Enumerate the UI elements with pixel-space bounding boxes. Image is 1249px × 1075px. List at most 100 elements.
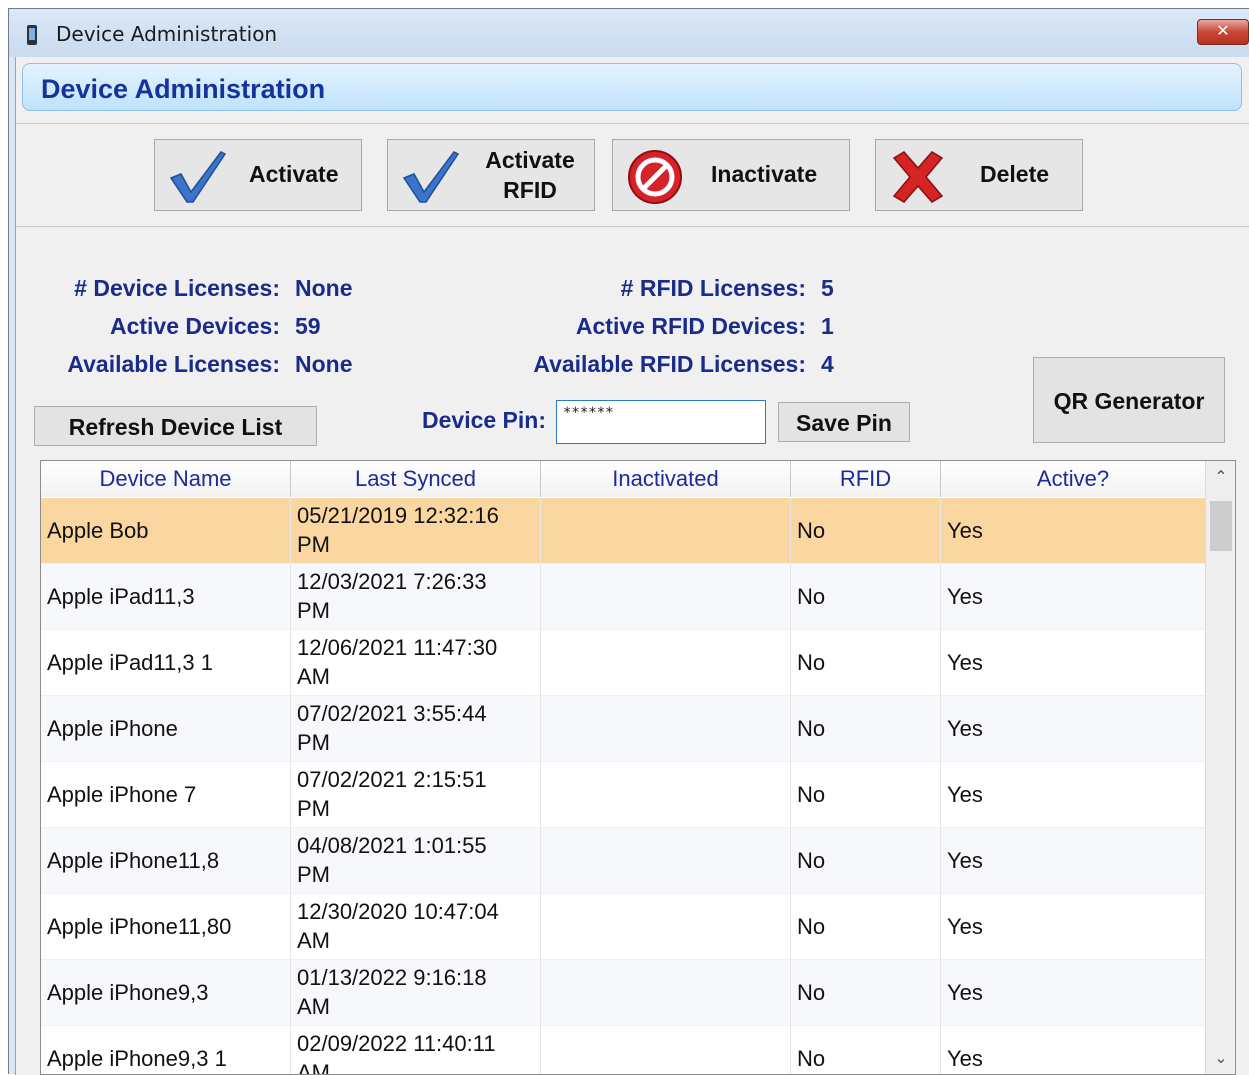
scroll-thumb[interactable]: [1210, 501, 1232, 551]
activate-label: Activate: [249, 161, 339, 187]
close-button[interactable]: ✕: [1197, 19, 1249, 45]
cell-rfid: No: [791, 696, 941, 762]
cell-device-name: Apple Bob: [41, 498, 291, 564]
active-devices-value: 59: [295, 313, 321, 339]
cell-rfid: No: [791, 960, 941, 1026]
delete-label: Delete: [980, 161, 1050, 187]
inactivate-button[interactable]: Inactivate: [612, 139, 850, 211]
cell-last-synced: 02/09/2022 11:40:11 AM: [291, 1026, 541, 1074]
device-pin-label: Device Pin:: [422, 407, 546, 433]
title-bar: Device Administration ✕: [9, 9, 1249, 57]
device-licenses-value: None: [295, 275, 353, 301]
scroll-up-arrow-icon[interactable]: ⌃: [1206, 463, 1235, 493]
column-header-active[interactable]: Active?: [941, 461, 1206, 497]
cell-active: Yes: [941, 894, 1206, 960]
device-admin-window: Device Administration ✕ Device Administr…: [8, 8, 1249, 1075]
cell-device-name: Apple iPad11,3: [41, 564, 291, 630]
rfid-licenses-value: 5: [821, 275, 834, 301]
save-pin-button[interactable]: Save Pin: [778, 402, 910, 442]
active-devices-label: Active Devices:: [109, 313, 280, 339]
cell-inactivated: [541, 696, 791, 762]
rfid-licenses-label: # RFID Licenses:: [620, 275, 806, 301]
cell-rfid: No: [791, 498, 941, 564]
cell-active: Yes: [941, 498, 1206, 564]
checkmark-icon: [169, 151, 227, 203]
page-title: Device Administration: [41, 74, 326, 104]
cell-inactivated: [541, 894, 791, 960]
vertical-scrollbar[interactable]: ⌃ ⌄: [1205, 461, 1235, 1074]
table-row[interactable]: Apple iPhone11,80 12/30/2020 10:47:04 AM …: [41, 894, 1206, 960]
cell-inactivated: [541, 630, 791, 696]
device-pin-input[interactable]: ******: [556, 400, 766, 444]
checkmark-icon: [402, 151, 460, 203]
cell-device-name: Apple iPhone9,3 1: [41, 1026, 291, 1074]
table-row[interactable]: Apple Bob 05/21/2019 12:32:16 PM No Yes: [41, 498, 1206, 564]
cell-inactivated: [541, 1026, 791, 1074]
cell-last-synced: 12/03/2021 7:26:33 PM: [291, 564, 541, 630]
cell-inactivated: [541, 828, 791, 894]
red-x-icon: [892, 151, 944, 203]
table-row[interactable]: Apple iPhone11,8 04/08/2021 1:01:55 PM No…: [41, 828, 1206, 894]
cell-last-synced: 05/21/2019 12:32:16 PM: [291, 498, 541, 564]
table-row[interactable]: Apple iPhone 7 07/02/2021 2:15:51 PM No Y…: [41, 762, 1206, 828]
window-title: Device Administration: [56, 22, 278, 46]
cell-rfid: No: [791, 564, 941, 630]
table-row[interactable]: Apple iPhone9,3 01/13/2022 9:16:18 AM No …: [41, 960, 1206, 1026]
available-rfid-value: 4: [821, 351, 834, 377]
cell-last-synced: 12/30/2020 10:47:04 AM: [291, 894, 541, 960]
activate-button[interactable]: Activate: [154, 139, 362, 211]
refresh-device-list-button[interactable]: Refresh Device List: [34, 406, 317, 446]
cell-inactivated: [541, 960, 791, 1026]
mobile-device-icon: [27, 25, 37, 45]
table-row[interactable]: Apple iPhone9,3 1 02/09/2022 11:40:11 AM …: [41, 1026, 1206, 1074]
cell-active: Yes: [941, 630, 1206, 696]
column-header-rfid[interactable]: RFID: [791, 461, 941, 497]
available-licenses-label: Available Licenses:: [67, 351, 280, 377]
activate-rfid-label-line2: RFID: [503, 177, 557, 203]
cell-active: Yes: [941, 828, 1206, 894]
scroll-down-arrow-icon[interactable]: ⌄: [1206, 1044, 1235, 1074]
cell-rfid: No: [791, 894, 941, 960]
device-licenses-label: # Device Licenses:: [74, 275, 280, 301]
cell-device-name: Apple iPad11,3 1: [41, 630, 291, 696]
inactivate-label: Inactivate: [711, 161, 818, 187]
no-entry-icon: [628, 150, 682, 204]
header-bar: Device Administration: [22, 63, 1242, 111]
cell-active: Yes: [941, 762, 1206, 828]
column-header-inactivated[interactable]: Inactivated: [541, 461, 791, 497]
active-rfid-value: 1: [821, 313, 834, 339]
cell-active: Yes: [941, 1026, 1206, 1074]
cell-device-name: Apple iPhone 7: [41, 762, 291, 828]
cell-last-synced: 12/06/2021 11:47:30 AM: [291, 630, 541, 696]
table-row[interactable]: Apple iPhone 07/02/2021 3:55:44 PM No Yes: [41, 696, 1206, 762]
cell-rfid: No: [791, 828, 941, 894]
cell-last-synced: 07/02/2021 2:15:51 PM: [291, 762, 541, 828]
cell-device-name: Apple iPhone11,80: [41, 894, 291, 960]
available-licenses-value: None: [295, 351, 353, 377]
table-row[interactable]: Apple iPad11,3 12/03/2021 7:26:33 PM No Y…: [41, 564, 1206, 630]
active-rfid-label: Active RFID Devices:: [575, 313, 806, 339]
cell-rfid: No: [791, 762, 941, 828]
cell-rfid: No: [791, 1026, 941, 1074]
qr-generator-button[interactable]: QR Generator: [1033, 357, 1225, 443]
column-header-device-name[interactable]: Device Name: [41, 461, 291, 497]
cell-last-synced: 01/13/2022 9:16:18 AM: [291, 960, 541, 1026]
activate-rfid-button[interactable]: Activate RFID: [387, 139, 595, 211]
available-rfid-label: Available RFID Licenses:: [533, 351, 806, 377]
cell-last-synced: 07/02/2021 3:55:44 PM: [291, 696, 541, 762]
cell-active: Yes: [941, 960, 1206, 1026]
cell-inactivated: [541, 564, 791, 630]
delete-button[interactable]: Delete: [875, 139, 1083, 211]
cell-inactivated: [541, 498, 791, 564]
cell-device-name: Apple iPhone11,8: [41, 828, 291, 894]
cell-inactivated: [541, 762, 791, 828]
table-row[interactable]: Apple iPad11,3 1 12/06/2021 11:47:30 AM N…: [41, 630, 1206, 696]
device-grid[interactable]: Device Name Last Synced Inactivated RFID…: [40, 460, 1236, 1075]
column-header-last-synced[interactable]: Last Synced: [291, 461, 541, 497]
cell-rfid: No: [791, 630, 941, 696]
activate-rfid-label-line1: Activate: [485, 147, 575, 173]
cell-last-synced: 04/08/2021 1:01:55 PM: [291, 828, 541, 894]
grid-header: Device Name Last Synced Inactivated RFID…: [41, 461, 1206, 497]
cell-device-name: Apple iPhone: [41, 696, 291, 762]
cell-active: Yes: [941, 564, 1206, 630]
